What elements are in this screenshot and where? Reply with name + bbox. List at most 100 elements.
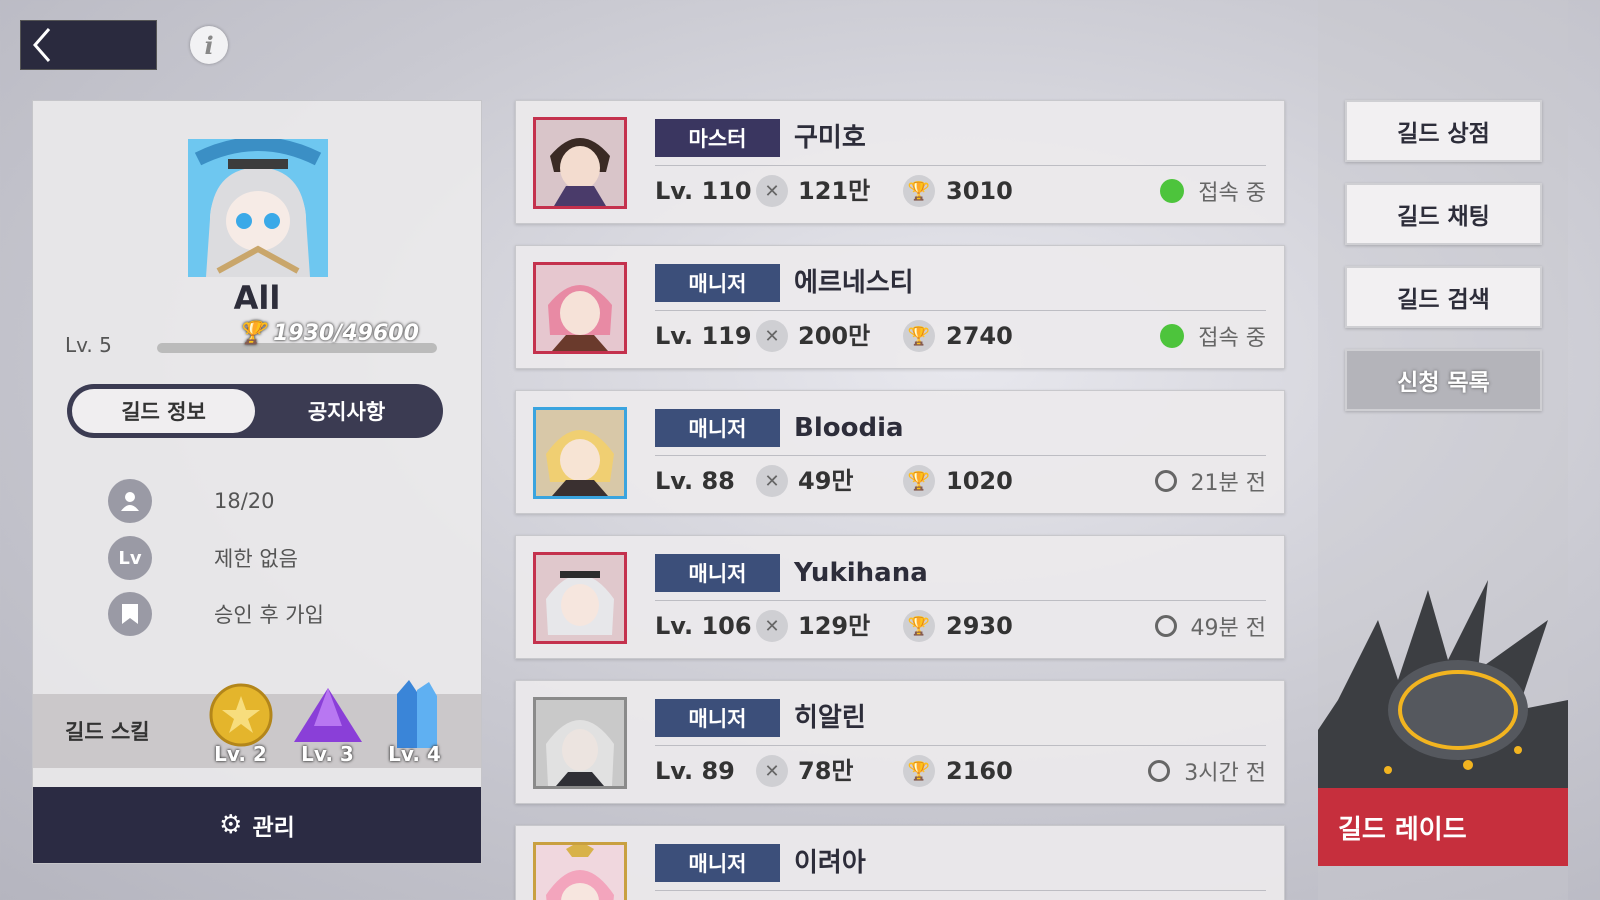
member-status: 3시간 전 — [1148, 753, 1266, 789]
guild-chat-button[interactable]: 길드 채팅 — [1345, 183, 1542, 245]
offline-dot — [1148, 760, 1171, 782]
member-avatar — [533, 407, 627, 499]
member-card[interactable]: 매니저 이려아 — [515, 825, 1285, 900]
member-name: 에르네스티 — [794, 268, 914, 298]
member-card[interactable]: 마스터 구미호 Lv. 110 ✕ 121만 🏆 3010 접속 중 — [515, 100, 1285, 224]
crossed-swords-icon: ✕ — [756, 755, 788, 787]
flag-icon — [108, 592, 152, 636]
member-name: 이려아 — [794, 848, 866, 878]
member-power: 121만 — [798, 177, 871, 205]
online-dot — [1160, 324, 1185, 348]
member-avatar — [533, 552, 627, 644]
member-trophy: 2930 — [946, 612, 1013, 640]
status-text: 접속 중 — [1198, 326, 1266, 351]
level-limit: 제한 없음 — [214, 547, 298, 571]
crossed-swords-icon: ✕ — [756, 610, 788, 642]
crossed-swords-icon: ✕ — [756, 175, 788, 207]
level-icon: Lv — [108, 536, 152, 580]
info-button[interactable]: i — [190, 26, 228, 64]
member-trophy: 2160 — [946, 757, 1013, 785]
chevron-left-icon — [33, 28, 51, 62]
member-level: Lv. 89 — [655, 757, 735, 785]
offline-dot — [1154, 615, 1177, 637]
member-card[interactable]: 매니저 Yukihana Lv. 106 ✕ 129만 🏆 2930 49분 전 — [515, 535, 1285, 659]
member-name: 구미호 — [794, 123, 866, 153]
trophy-icon: 🏆 — [903, 465, 935, 497]
guild-name: All — [233, 279, 281, 317]
member-power: 200만 — [798, 322, 871, 350]
guild-raid-button[interactable]: 길드 레이드 — [1318, 788, 1568, 866]
divider — [655, 455, 1266, 456]
guild-shop-button[interactable]: 길드 상점 — [1345, 100, 1542, 162]
divider — [655, 600, 1266, 601]
role-badge: 마스터 — [655, 119, 780, 157]
manage-button[interactable]: ⚙ 관리 — [33, 787, 481, 863]
member-name: 히알린 — [794, 703, 866, 733]
manage-label: 관리 — [252, 815, 295, 841]
guild-info-panel: All Lv. 5 🏆 1930/49600 길드 정보 공지사항 18/20 … — [32, 100, 482, 864]
skill-level: Lv. 3 — [301, 742, 354, 766]
offline-dot — [1154, 470, 1177, 492]
role-badge: 매니저 — [655, 844, 780, 882]
tab-guild-info[interactable]: 길드 정보 — [72, 389, 255, 433]
member-trophy: 2740 — [946, 322, 1013, 350]
guild-skill-strip: 길드 스킬 Lv. 2 Lv. 3 Lv. 4 — [33, 680, 481, 768]
member-status: 접속 중 — [1160, 318, 1266, 354]
member-card[interactable]: 매니저 에르네스티 Lv. 119 ✕ 200만 🏆 2740 접속 중 — [515, 245, 1285, 369]
status-text: 49분 전 — [1190, 616, 1266, 641]
guild-search-button[interactable]: 길드 검색 — [1345, 266, 1542, 328]
role-badge: 매니저 — [655, 409, 780, 447]
member-avatar — [533, 262, 627, 354]
status-text: 3시간 전 — [1184, 761, 1266, 786]
divider — [655, 165, 1266, 166]
member-avatar — [533, 117, 627, 209]
divider — [655, 890, 1266, 891]
member-level: Lv. 106 — [655, 612, 752, 640]
member-level: Lv. 110 — [655, 177, 752, 205]
member-status: 21분 전 — [1154, 463, 1266, 499]
skill-item[interactable]: Lv. 2 — [197, 683, 284, 768]
member-card[interactable]: 매니저 히알린 Lv. 89 ✕ 78만 🏆 2160 3시간 전 — [515, 680, 1285, 804]
member-card[interactable]: 매니저 Bloodia Lv. 88 ✕ 49만 🏆 1020 21분 전 — [515, 390, 1285, 514]
guild-exp-text: 🏆 1930/49600 — [238, 321, 419, 346]
guild-emblem-avatar — [188, 139, 328, 277]
purple-crystal-icon — [293, 688, 362, 742]
level-limit-row: Lv 제한 없음 — [108, 536, 298, 580]
member-count-row: 18/20 — [108, 479, 275, 523]
member-level: Lv. 119 — [655, 322, 752, 350]
member-avatar — [533, 697, 627, 789]
member-status: 49분 전 — [1154, 608, 1266, 644]
trophy-icon: 🏆 — [903, 755, 935, 787]
gold-medal-icon — [209, 683, 272, 747]
role-badge: 매니저 — [655, 699, 780, 737]
role-badge: 매니저 — [655, 264, 780, 302]
skill-item[interactable]: Lv. 3 — [284, 688, 371, 768]
member-power: 49만 — [798, 467, 854, 495]
person-icon — [108, 479, 152, 523]
member-level: Lv. 88 — [655, 467, 735, 495]
skill-item[interactable]: Lv. 4 — [371, 680, 458, 768]
member-power: 78만 — [798, 757, 854, 785]
guild-exp-value: 1930/49600 — [273, 321, 419, 346]
back-button[interactable] — [20, 20, 157, 70]
tab-notice[interactable]: 공지사항 — [255, 389, 438, 433]
member-name: Yukihana — [794, 558, 928, 588]
blue-crystal-icon — [396, 680, 437, 748]
member-power: 129만 — [798, 612, 871, 640]
guild-skill-title: 길드 스킬 — [65, 720, 150, 744]
member-count: 18/20 — [214, 489, 275, 513]
member-name: Bloodia — [794, 413, 904, 443]
crossed-swords-icon: ✕ — [756, 465, 788, 497]
divider — [655, 310, 1266, 311]
join-type-row: 승인 후 가입 — [108, 592, 324, 636]
info-icon: i — [204, 30, 214, 60]
guild-tabs: 길드 정보 공지사항 — [67, 384, 443, 438]
gear-icon: ⚙ — [219, 810, 243, 840]
trophy-icon: 🏆 — [238, 321, 266, 346]
divider — [655, 745, 1266, 746]
member-status: 접속 중 — [1160, 173, 1266, 209]
status-text: 21분 전 — [1190, 471, 1266, 496]
member-avatar — [533, 842, 627, 900]
member-trophy: 3010 — [946, 177, 1013, 205]
application-list-button[interactable]: 신청 목록 — [1345, 349, 1542, 411]
